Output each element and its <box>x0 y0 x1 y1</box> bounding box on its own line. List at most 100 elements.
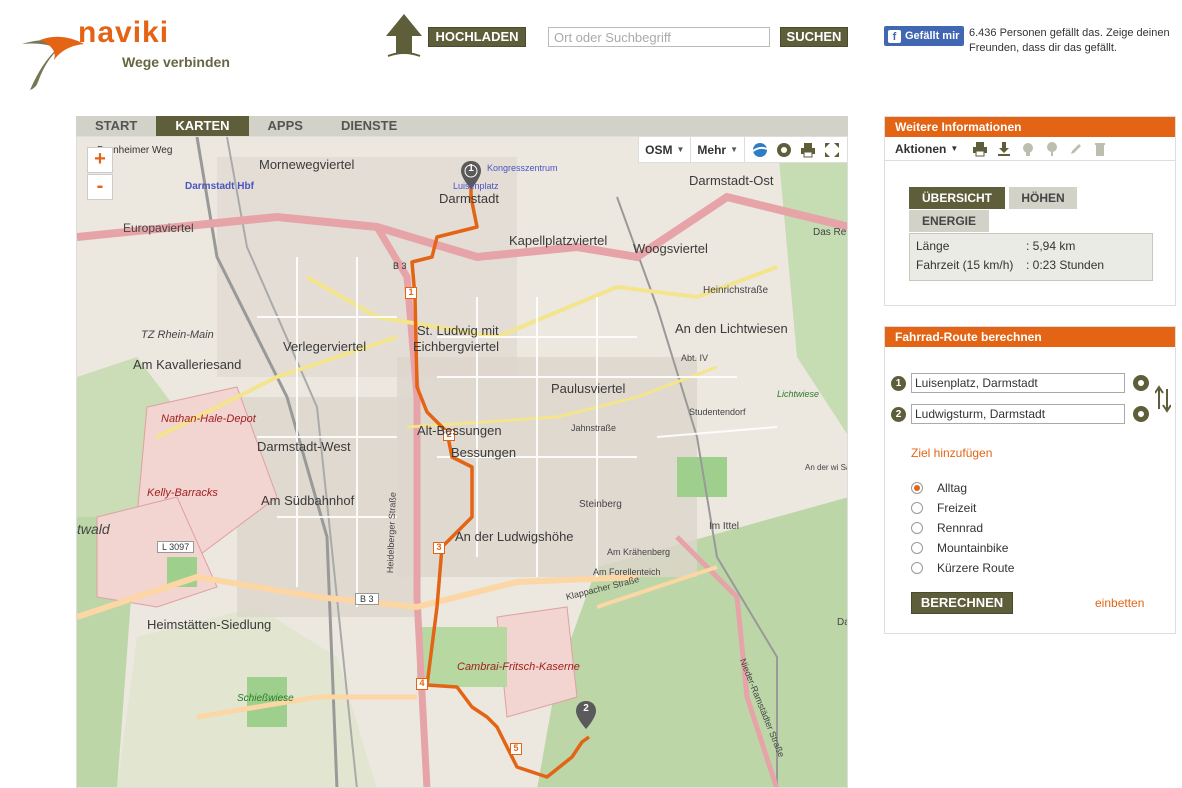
map-more-label: Mehr <box>697 142 727 157</box>
map-label: Im Ittel <box>709 521 740 532</box>
facebook-like-label: Gefällt mir <box>905 30 960 42</box>
radio-button[interactable] <box>911 482 923 494</box>
stat-value: : 5,94 km <box>1026 239 1076 253</box>
download-icon[interactable] <box>996 141 1012 157</box>
google-earth-icon[interactable] <box>751 141 769 159</box>
tab-energie[interactable]: ENERGIE <box>909 210 989 232</box>
settings-gear-icon[interactable] <box>775 141 793 159</box>
route-option-rennrad[interactable]: Rennrad <box>911 521 983 535</box>
stat-label: Fahrzeit (15 km/h) <box>916 258 1014 272</box>
facebook-like-text: 6.436 Personen gefällt das. Zeige deinen… <box>969 27 1170 54</box>
map-label: Alt-Bessungen <box>417 423 502 438</box>
map-label: Am Südbahnhof <box>261 493 355 508</box>
fullscreen-icon[interactable] <box>823 141 841 159</box>
stat-label: Länge <box>916 239 950 253</box>
calculate-button[interactable]: BERECHNEN <box>911 592 1013 614</box>
route-option-kuerzere-route[interactable]: Kürzere Route <box>911 561 1014 575</box>
trash-icon[interactable] <box>1092 141 1108 157</box>
radio-button[interactable] <box>911 542 923 554</box>
lightbulb-icon[interactable] <box>1020 141 1036 157</box>
map-view[interactable]: 1 2 3 4 5 1 2 Dornheimer Weg Darmstadt H… <box>76 136 848 788</box>
clear-start-icon[interactable] <box>1133 375 1149 391</box>
route-panel: Fahrrad-Route berechnen 1 2 Ziel hinzufü… <box>884 326 1176 634</box>
map-label: Cambrai-Fritsch-Kaserne <box>457 661 580 673</box>
map-label: Kelly-Barracks <box>147 487 218 499</box>
route-option-freizeit[interactable]: Freizeit <box>911 501 976 515</box>
map-label: Am Kavalleriesand <box>133 357 242 372</box>
map-label: Mornewegviertel <box>259 157 355 172</box>
route-option-alltag[interactable]: Alltag <box>911 481 967 495</box>
facebook-like-button[interactable]: f Gefällt mir <box>884 26 964 46</box>
map-label: Am Krähenberg <box>607 547 671 557</box>
map-label: Jahnstraße <box>571 423 617 433</box>
map-label: An den Lichtwiesen <box>675 321 788 336</box>
info-panel-title: Weitere Informationen <box>885 117 1175 137</box>
map-label: Heinrichstraße <box>703 285 769 296</box>
map-label: Kongresszentrum <box>487 163 558 173</box>
zoom-in-button[interactable]: + <box>87 147 113 173</box>
tab-karten[interactable]: KARTEN <box>156 116 249 136</box>
radio-button[interactable] <box>911 502 923 514</box>
tab-apps[interactable]: APPS <box>249 116 322 136</box>
map-label: St. Ludwig mit <box>417 323 499 338</box>
info-panel: Weitere Informationen Aktionen ▼ ÜBERSIC… <box>884 116 1176 306</box>
main-nav: START KARTEN APPS DIENSTE <box>76 116 848 136</box>
search-input[interactable] <box>548 27 770 47</box>
facebook-icon: f <box>888 29 901 43</box>
print-icon[interactable] <box>972 141 988 157</box>
upload-arrow-icon[interactable] <box>384 14 424 58</box>
caret-down-icon: ▼ <box>676 145 685 154</box>
map-label: Lichtwiese <box>777 389 820 399</box>
map-label: Eichbergviertel <box>413 339 499 354</box>
caret-down-icon: ▼ <box>730 145 738 154</box>
route-option-mountainbike[interactable]: Mountainbike <box>911 541 1008 555</box>
search-button[interactable]: SUCHEN <box>780 27 848 47</box>
map-label: Darmstadt-West <box>257 439 351 454</box>
tab-hoehen[interactable]: HÖHEN <box>1009 187 1077 209</box>
tab-uebersicht[interactable]: ÜBERSICHT <box>909 187 1005 209</box>
map-label: An der Ludwigshöhe <box>455 529 574 544</box>
route-waypoint-4: 4 <box>416 678 428 690</box>
print-icon[interactable] <box>799 141 817 159</box>
map-label: Darmstadt Hbf <box>185 181 254 192</box>
radio-button[interactable] <box>911 562 923 574</box>
map-label: Verlegerviertel <box>283 339 367 354</box>
map-label: Am Forellenteich <box>593 567 661 577</box>
map-label: Steinberg <box>579 499 622 510</box>
tree-icon[interactable] <box>1044 141 1060 157</box>
map-label: B 3 <box>393 261 407 271</box>
zoom-out-button[interactable]: - <box>87 174 113 200</box>
pencil-icon[interactable] <box>1068 141 1084 157</box>
actions-label: Aktionen <box>895 141 947 156</box>
route-option-label: Kürzere Route <box>937 561 1015 575</box>
map-label: Bessungen <box>451 445 517 460</box>
route-end-pin[interactable]: 2 <box>576 701 596 729</box>
stat-row-length: Länge : 5,94 km <box>916 237 1146 256</box>
route-waypoint-3: 3 <box>433 542 445 554</box>
map-more-select[interactable]: Mehr ▼ <box>697 137 745 163</box>
clear-end-icon[interactable] <box>1133 406 1149 422</box>
embed-link[interactable]: einbetten <box>1095 596 1144 610</box>
map-label: Heimstätten-Siedlung <box>147 617 272 632</box>
end-input[interactable] <box>911 404 1125 424</box>
tab-start[interactable]: START <box>76 116 156 136</box>
end-number-badge: 2 <box>891 407 906 422</box>
swap-route-icon[interactable] <box>1154 385 1172 413</box>
map-layer-select[interactable]: OSM ▼ <box>645 137 692 163</box>
add-destination-link[interactable]: Ziel hinzufügen <box>911 446 992 460</box>
pin-start-label: 1 <box>468 163 474 174</box>
route-option-label: Mountainbike <box>937 541 1009 555</box>
start-input[interactable] <box>911 373 1125 393</box>
actions-dropdown[interactable]: Aktionen ▼ <box>895 142 958 156</box>
map-label: Schießwiese <box>237 693 294 704</box>
map-label: B 3 <box>355 593 379 605</box>
tab-dienste[interactable]: DIENSTE <box>322 116 416 136</box>
route-waypoint-1: 1 <box>405 287 417 299</box>
naviki-logo[interactable]: naviki Wege verbinden <box>18 14 238 100</box>
upload-button[interactable]: HOCHLADEN <box>428 27 526 47</box>
radio-button[interactable] <box>911 522 923 534</box>
route-option-label: Rennrad <box>937 521 984 535</box>
map-label: Kapellplatzviertel <box>509 233 608 248</box>
map-label: Luisenplatz <box>453 181 499 191</box>
route-option-label: Alltag <box>937 481 968 495</box>
